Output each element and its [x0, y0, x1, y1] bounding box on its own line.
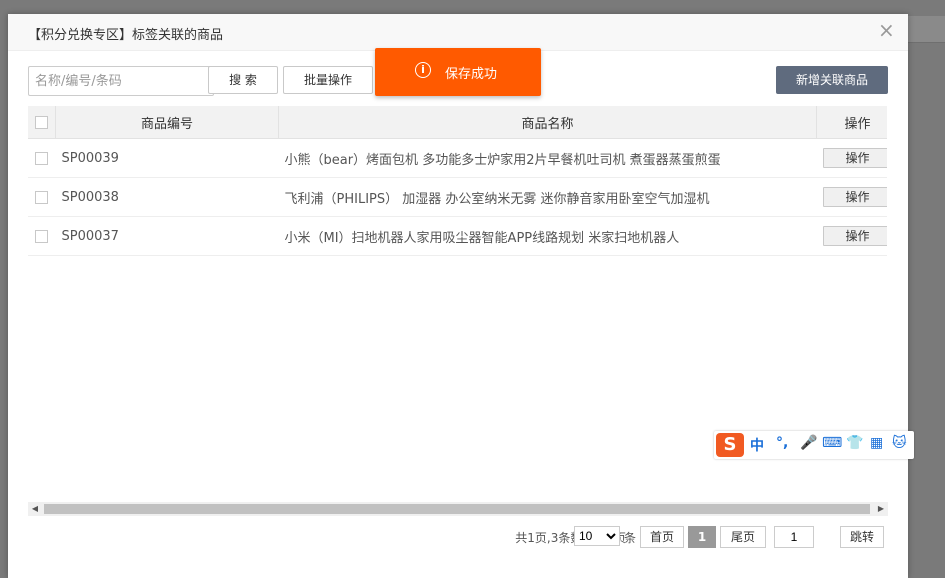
page-size-unit: 条 [624, 529, 636, 546]
row-operation-button[interactable]: 操作 [823, 148, 888, 168]
add-related-product-button[interactable]: 新增关联商品 [776, 66, 888, 94]
toolbox-icon[interactable]: ▦ [870, 435, 883, 451]
scroll-right-icon[interactable]: ▶ [874, 502, 888, 516]
info-icon: i [415, 62, 431, 78]
close-icon[interactable]: × [878, 20, 894, 40]
table-header-row: 商品编号 商品名称 操作 [28, 106, 887, 139]
skin-icon[interactable]: 👕 [846, 435, 863, 451]
jump-button[interactable]: 跳转 [840, 526, 884, 548]
product-name: 飞利浦（PHILIPS） 加湿器 办公室纳米无雾 迷你静音家用卧室空气加湿机 [279, 178, 817, 217]
chinese-mode-icon[interactable]: 中 [750, 435, 764, 455]
first-page-button[interactable]: 首页 [640, 526, 684, 548]
product-code: SP00038 [56, 178, 279, 217]
product-code: SP00039 [56, 139, 279, 178]
modal-title: 【积分兑换专区】标签关联的商品 [28, 24, 223, 43]
search-input[interactable] [28, 66, 214, 96]
row-checkbox-cell [28, 217, 56, 256]
row-checkbox[interactable] [35, 152, 48, 165]
row-operation-cell: 操作 [817, 178, 888, 217]
microphone-icon[interactable]: 🎤 [800, 435, 817, 451]
current-page-indicator: 1 [688, 526, 716, 548]
table-row: SP00039 小熊（bear）烤面包机 多功能多士炉家用2片早餐机吐司机 煮蛋… [28, 139, 887, 178]
search-button[interactable]: 搜 索 [208, 66, 278, 94]
horizontal-scrollbar[interactable]: ◀ ▶ [28, 502, 888, 516]
scrollbar-thumb[interactable] [44, 504, 870, 514]
row-checkbox-cell [28, 178, 56, 217]
product-code: SP00037 [56, 217, 279, 256]
sogou-logo-icon[interactable]: S [716, 433, 744, 457]
header-code: 商品编号 [56, 106, 279, 139]
header-operation: 操作 [817, 106, 888, 139]
background-window-strip [908, 16, 945, 43]
page-size-select[interactable]: 10 [574, 526, 620, 546]
pagination: 共1页,3条数据, 每页 10 条 首页 1 尾页 跳转 [444, 526, 884, 548]
row-operation-cell: 操作 [817, 217, 888, 256]
header-name: 商品名称 [279, 106, 817, 139]
ime-toolbar: S 中 °, 🎤 ⌨ 👕 ▦ 🐱 [714, 431, 914, 459]
row-checkbox-cell [28, 139, 56, 178]
last-page-button[interactable]: 尾页 [720, 526, 766, 548]
batch-operation-button[interactable]: 批量操作 [283, 66, 373, 94]
scroll-left-icon[interactable]: ◀ [28, 502, 42, 516]
save-success-toast: i 保存成功 [375, 48, 541, 96]
related-products-modal: 【积分兑换专区】标签关联的商品 × 搜 索 批量操作 新增关联商品 商品编号 商… [8, 14, 908, 578]
table-row: SP00038 飞利浦（PHILIPS） 加湿器 办公室纳米无雾 迷你静音家用卧… [28, 178, 887, 217]
keyboard-icon[interactable]: ⌨ [822, 435, 842, 451]
row-checkbox[interactable] [35, 230, 48, 243]
row-checkbox[interactable] [35, 191, 48, 204]
select-all-checkbox[interactable] [35, 116, 48, 129]
header-checkbox-cell [28, 106, 56, 139]
product-name: 小熊（bear）烤面包机 多功能多士炉家用2片早餐机吐司机 煮蛋器蒸蛋煎蛋 [279, 139, 817, 178]
jump-page-input[interactable] [774, 526, 814, 548]
mascot-icon[interactable]: 🐱 [892, 435, 907, 451]
product-table: 商品编号 商品名称 操作 SP00039 小熊（bear）烤面包机 多功能多士炉… [28, 106, 887, 256]
table-row: SP00037 小米（MI）扫地机器人家用吸尘器智能APP线路规划 米家扫地机器… [28, 217, 887, 256]
punctuation-icon[interactable]: °, [776, 435, 788, 451]
row-operation-cell: 操作 [817, 139, 888, 178]
modal-header: 【积分兑换专区】标签关联的商品 × [8, 14, 908, 51]
row-operation-button[interactable]: 操作 [823, 226, 888, 246]
product-name: 小米（MI）扫地机器人家用吸尘器智能APP线路规划 米家扫地机器人 [279, 217, 817, 256]
toast-message: 保存成功 [445, 63, 497, 82]
row-operation-button[interactable]: 操作 [823, 187, 888, 207]
